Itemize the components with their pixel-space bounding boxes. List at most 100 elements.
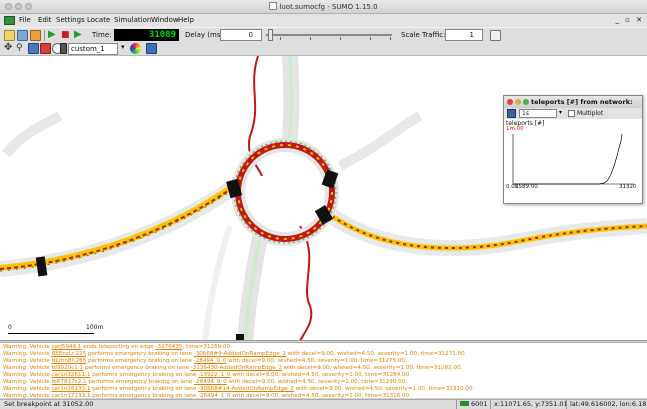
junction-south[interactable] bbox=[236, 334, 244, 341]
plot-x-max: 31320 bbox=[619, 184, 637, 190]
run-icon[interactable]: ▶ bbox=[48, 30, 59, 41]
delay-input[interactable]: 0 bbox=[220, 29, 262, 41]
recenter-icon[interactable]: ✥ bbox=[4, 43, 15, 54]
message-text: performs emergency braking on lane bbox=[86, 358, 194, 364]
message-text: , time=31269.00. bbox=[182, 344, 232, 350]
scale-bar-start: 0 bbox=[8, 324, 12, 331]
window-title: luot.sumocfg - SUMO 1.15.0 bbox=[0, 2, 647, 11]
view-toolbar: ✥ ⚲ custom_1 ▾ bbox=[0, 42, 647, 56]
message-line: Warning: Vehicle fd9920c1.1 performs eme… bbox=[3, 365, 462, 372]
edit-breakpoints-icon[interactable] bbox=[40, 43, 51, 54]
message-text: with decel=9.00, wished=4.50, severity=1… bbox=[286, 351, 467, 357]
slider-tick bbox=[310, 37, 311, 40]
scale-bar-end: 100m bbox=[86, 324, 104, 331]
slider-tick bbox=[390, 37, 391, 40]
menu-settings[interactable]: Settings bbox=[56, 16, 85, 24]
message-link[interactable]: -30668#14-AddedOnRampEdge_2 bbox=[198, 386, 294, 392]
stop-icon[interactable]: ■ bbox=[61, 30, 72, 41]
open-simulation-icon[interactable] bbox=[4, 30, 15, 41]
message-line: Warning: Vehicle car1n17233.1 performs e… bbox=[3, 393, 411, 398]
edit-view-icon[interactable] bbox=[146, 43, 157, 54]
traffic-west bbox=[0, 184, 234, 271]
message-window[interactable]: Warning: Vehicle carJ5944.1 ends telepor… bbox=[0, 342, 647, 398]
message-text: Warning: Vehicle bbox=[3, 379, 52, 385]
menu-edit[interactable]: Edit bbox=[38, 16, 52, 24]
road-northwest bbox=[2, 111, 63, 158]
message-link[interactable]: -3136430-AddedOnRampEdge_2 bbox=[191, 365, 282, 371]
message-line: Warning: Vehicle carJ5944.1 ends telepor… bbox=[3, 344, 232, 351]
menu-window[interactable]: Window bbox=[151, 16, 179, 24]
new-view-icon[interactable] bbox=[490, 30, 501, 41]
message-text: performs emergency braking on lane bbox=[83, 365, 191, 371]
message-text: with decel=9.00, wished=4.50, severity=1… bbox=[293, 386, 475, 392]
menu-help[interactable]: Help bbox=[178, 16, 194, 24]
message-text: performs emergency braking on lane bbox=[86, 351, 194, 357]
time-label: Time: bbox=[92, 31, 112, 39]
message-text: with decel=9.00, wished=4.50, severity=1… bbox=[226, 379, 408, 385]
message-line: Warning: Vehicle car1n26133.1 performs e… bbox=[3, 386, 474, 393]
slider-tick bbox=[280, 37, 281, 40]
locate-icon[interactable] bbox=[28, 43, 39, 54]
message-text: Warning: Vehicle bbox=[3, 386, 52, 392]
message-text: with decel=9.00, wished=4.50, severity=1… bbox=[230, 372, 411, 378]
delay-slider-thumb[interactable] bbox=[268, 29, 273, 41]
menu-simulation[interactable]: Simulation bbox=[114, 16, 151, 24]
plot-series-line bbox=[513, 133, 623, 185]
vehicle-icon bbox=[460, 401, 469, 406]
message-text: Warning: Vehicle bbox=[3, 393, 52, 398]
menu-file[interactable]: File bbox=[19, 16, 31, 24]
step-icon[interactable]: ▶ bbox=[74, 30, 85, 41]
message-link[interactable]: fe67827c2.1 bbox=[51, 379, 86, 385]
open-network-icon[interactable] bbox=[17, 30, 28, 41]
message-link[interactable]: -13922_1_0 bbox=[198, 372, 231, 378]
message-link[interactable]: -30668#9-AddedOnRampEdge_2 bbox=[194, 351, 286, 357]
screenshot-icon[interactable] bbox=[60, 43, 67, 54]
message-text: with decel=9.00, wished=4.50, severity=1… bbox=[230, 393, 411, 398]
message-link[interactable]: fd9920c1.1 bbox=[51, 365, 83, 371]
reload-icon[interactable] bbox=[30, 30, 41, 41]
roundabout-inner bbox=[241, 148, 329, 236]
message-link[interactable]: -28494_0_0 bbox=[194, 379, 227, 385]
network-view-canvas[interactable]: 0 100m teleports [#] from network: 1s ▾ … bbox=[0, 56, 647, 341]
road-southwest bbox=[202, 225, 233, 340]
message-line: Warning: Vehicle fe67827c2.1 performs em… bbox=[3, 379, 407, 386]
message-link[interactable]: car1n32611.1 bbox=[51, 372, 90, 378]
edit-coloring-icon[interactable] bbox=[130, 43, 141, 54]
message-text: Warning: Vehicle bbox=[3, 372, 52, 378]
message-link[interactable]: carJ5944.1 bbox=[51, 344, 81, 350]
color-scheme-select[interactable]: custom_1 bbox=[68, 43, 118, 55]
scale-traffic-label: Scale Traffic: bbox=[401, 31, 446, 39]
message-text: Warning: Vehicle bbox=[3, 365, 52, 371]
scale-traffic-input[interactable]: 1 bbox=[445, 29, 483, 41]
slider-tick bbox=[340, 37, 341, 40]
delay-slider[interactable] bbox=[266, 34, 392, 36]
message-text: Warning: Vehicle bbox=[3, 358, 52, 364]
window-titlebar: luot.sumocfg - SUMO 1.15.0 bbox=[0, 0, 647, 14]
sumo-menu-icon[interactable] bbox=[4, 16, 15, 25]
message-link[interactable]: -28494_0_0 bbox=[194, 358, 227, 364]
time-display: 31089 bbox=[114, 29, 179, 41]
message-link[interactable]: -3276435 bbox=[156, 344, 183, 350]
message-link[interactable]: car1n26133.1 bbox=[51, 386, 90, 392]
menu-locate[interactable]: Locate bbox=[87, 16, 110, 24]
message-link[interactable]: BEEnsLr.225 bbox=[51, 351, 86, 357]
toolbar-separator bbox=[44, 30, 45, 41]
cursor-geo-coords: lat:49.616002, lon:6.18295 bbox=[566, 400, 647, 409]
chevron-down-icon[interactable]: ▾ bbox=[121, 43, 125, 51]
plot-x-min: 1589.00 bbox=[515, 184, 538, 190]
message-line: Warning: Vehicle BEEnsLr.225 performs em… bbox=[3, 351, 466, 358]
message-text: Warning: Vehicle bbox=[3, 344, 52, 350]
mdi-window-controls[interactable]: _ ▫ ✕ bbox=[615, 16, 644, 24]
message-link[interactable]: car1n17233.1 bbox=[51, 393, 90, 398]
message-link[interactable]: NLrhn8t.265 bbox=[51, 358, 86, 364]
message-link[interactable]: -28494_1_0 bbox=[198, 393, 231, 398]
message-text: performs emergency braking on lane bbox=[90, 386, 198, 392]
vehicle-count: 6001 bbox=[456, 400, 490, 409]
zoom-icon[interactable]: ⚲ bbox=[16, 43, 27, 54]
message-text: performs emergency braking on lane bbox=[86, 379, 195, 385]
teleports-plot-window[interactable]: teleports [#] from network: 1s ▾ Multipl… bbox=[503, 95, 643, 204]
status-message: Set breakpoint at 31052.00 bbox=[4, 400, 94, 408]
sumo-app-icon bbox=[269, 2, 278, 10]
scale-bar bbox=[8, 333, 94, 334]
status-bar: Set breakpoint at 31052.00 6001 x:11071.… bbox=[0, 399, 647, 409]
